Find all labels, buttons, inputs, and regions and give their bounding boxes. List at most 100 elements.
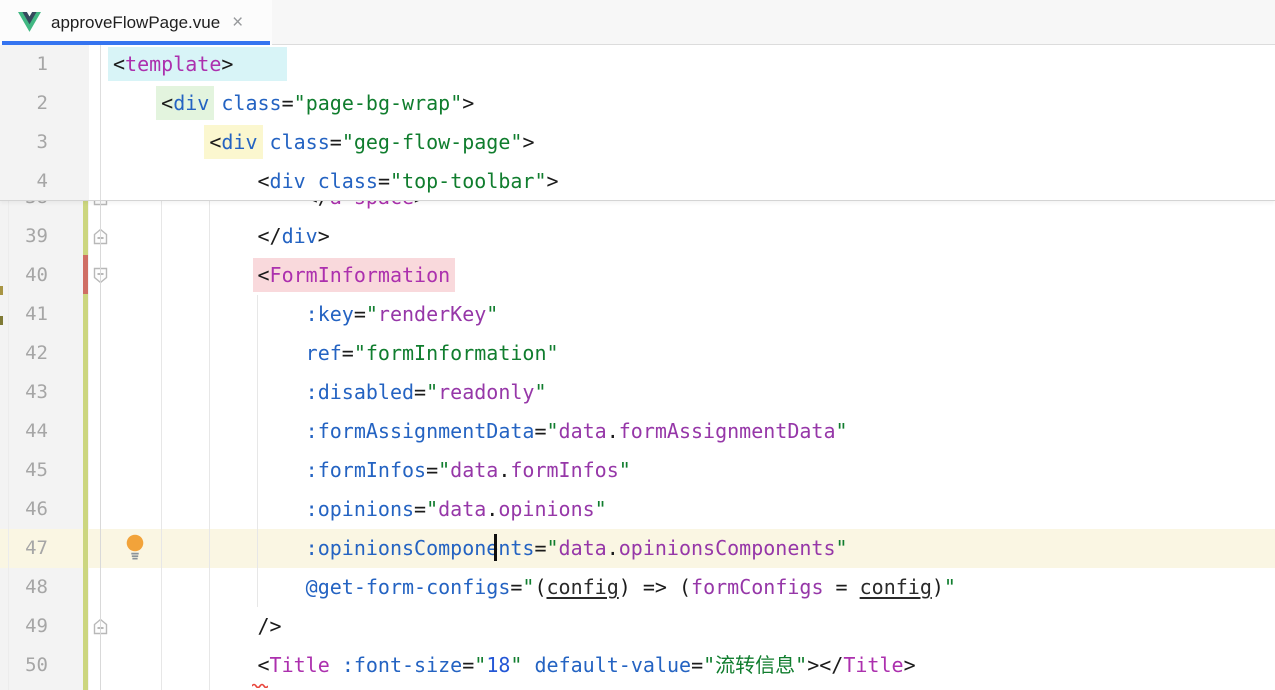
code-line[interactable]: 3 <div class="geg-flow-page">: [0, 123, 1275, 162]
code-line[interactable]: 49 />: [0, 607, 1275, 646]
lightbulb-icon[interactable]: [125, 533, 145, 566]
code-token: ": [366, 302, 378, 326]
code-token: =: [414, 380, 426, 404]
code-token: <: [258, 653, 270, 677]
code-token: :font-size: [342, 653, 462, 677]
indent-guide: [209, 201, 210, 690]
code-token: >: [414, 201, 426, 209]
code-token: data: [438, 497, 486, 521]
code-line[interactable]: 44 :formAssignmentData="data.formAssignm…: [0, 412, 1275, 451]
code-text: :key="renderKey": [113, 295, 498, 334]
code-line[interactable]: 42 ref="formInformation": [0, 334, 1275, 373]
code-text: :disabled="readonly": [113, 373, 547, 412]
code-token: [113, 169, 258, 193]
code-token: >: [462, 91, 474, 115]
stripe-mark: [0, 316, 3, 325]
code-token: [306, 169, 318, 193]
code-token: .: [607, 536, 619, 560]
code-line[interactable]: 40 <FormInformation: [0, 256, 1275, 295]
editor-tab-approveflowpage[interactable]: approveFlowPage.vue ×: [0, 0, 272, 45]
code-area: 38 </a-space>39 </div>40 <FormInformatio…: [0, 201, 1275, 685]
code-token: =: [534, 536, 546, 560]
stripe-mark: [0, 286, 3, 295]
code-token: data: [450, 458, 498, 482]
code-token: "top-toolbar": [390, 169, 547, 193]
code-token: ": [546, 419, 558, 443]
active-tab-underline: [2, 41, 270, 45]
code-token: [667, 575, 679, 599]
code-token: formInfos: [510, 458, 618, 482]
code-token: =: [354, 302, 366, 326]
code-token: ": [836, 536, 848, 560]
code-token: =: [282, 91, 294, 115]
text-caret: [494, 534, 497, 561]
code-token: config: [547, 575, 619, 599]
code-token: ": [836, 419, 848, 443]
code-token: =: [414, 497, 426, 521]
vue-logo-icon: [18, 12, 41, 33]
code-token: ": [546, 536, 558, 560]
code-line[interactable]: 39 </div>: [0, 217, 1275, 256]
code-token: >: [904, 653, 916, 677]
code-text: <FormInformation: [113, 256, 450, 295]
code-token: >: [522, 130, 534, 154]
code-token: [113, 224, 258, 248]
code-text: <div class="geg-flow-page">: [113, 123, 534, 162]
code-line[interactable]: 48 @get-form-configs="(config) => (formC…: [0, 568, 1275, 607]
code-line[interactable]: 2 <div class="page-bg-wrap">: [0, 84, 1275, 123]
line-number[interactable]: 4: [0, 162, 48, 201]
code-text: <Title :font-size="18" default-value="流转…: [113, 646, 916, 685]
code-line[interactable]: 45 :formInfos="data.formInfos": [0, 451, 1275, 490]
line-number[interactable]: 3: [0, 123, 48, 162]
code-token: <: [156, 86, 173, 120]
line-number[interactable]: 1: [0, 45, 48, 84]
code-token: [258, 130, 270, 154]
code-token: >: [318, 224, 330, 248]
code-token: div: [270, 169, 306, 193]
code-token: =: [378, 169, 390, 193]
code-token: <: [108, 47, 125, 81]
code-line[interactable]: 41 :key="renderKey": [0, 295, 1275, 334]
code-token: =: [836, 575, 848, 599]
code-line[interactable]: 47 :opinionsComponents="data.opinionsCom…: [0, 529, 1275, 568]
code-editor[interactable]: 38 </a-space>39 </div>40 <FormInformatio…: [0, 201, 1275, 690]
code-token: />: [258, 614, 282, 638]
code-token: ": [486, 302, 498, 326]
code-token: ": [438, 458, 450, 482]
code-line[interactable]: 1 <template>: [0, 45, 1275, 84]
code-line[interactable]: 4 <div class="top-toolbar">: [0, 162, 1275, 201]
code-line[interactable]: 38 </a-space>: [0, 201, 1275, 217]
indent-guide: [257, 295, 258, 607]
line-number[interactable]: 2: [0, 84, 48, 123]
code-line[interactable]: 50 <Title :font-size="18" default-value=…: [0, 646, 1275, 685]
code-text: @get-form-configs="(config) => (formConf…: [113, 568, 956, 607]
code-token: @get-form-configs: [306, 575, 511, 599]
code-token: :formInfos: [306, 458, 426, 482]
code-token: :opinionsComponents: [306, 536, 535, 560]
code-token: ": [426, 497, 438, 521]
code-token: [113, 91, 161, 115]
code-token: [823, 575, 835, 599]
code-line[interactable]: 46 :opinions="data.opinions": [0, 490, 1275, 529]
code-token: "page-bg-wrap": [294, 91, 463, 115]
code-token: =>: [643, 575, 667, 599]
code-token: readonly: [438, 380, 534, 404]
indent-guide: [161, 201, 162, 690]
code-token: :formAssignmentData: [306, 419, 535, 443]
sticky-lines-panel: 1 <template> 2 <div class="page-bg-wrap">…: [0, 45, 1275, 201]
code-token: =: [342, 341, 354, 365]
code-token: [113, 130, 209, 154]
code-token: <: [258, 169, 270, 193]
code-token: [848, 575, 860, 599]
code-token: [113, 614, 258, 638]
code-text: <template>: [113, 45, 282, 84]
code-token: (: [679, 575, 691, 599]
code-token: [631, 575, 643, 599]
code-token: =: [691, 653, 703, 677]
code-line[interactable]: 43 :disabled="readonly": [0, 373, 1275, 412]
code-token: >: [807, 653, 819, 677]
tab-close-icon[interactable]: ×: [232, 13, 243, 32]
code-token: formConfigs: [691, 575, 823, 599]
code-token: :key: [306, 302, 354, 326]
code-token: ": [619, 458, 631, 482]
